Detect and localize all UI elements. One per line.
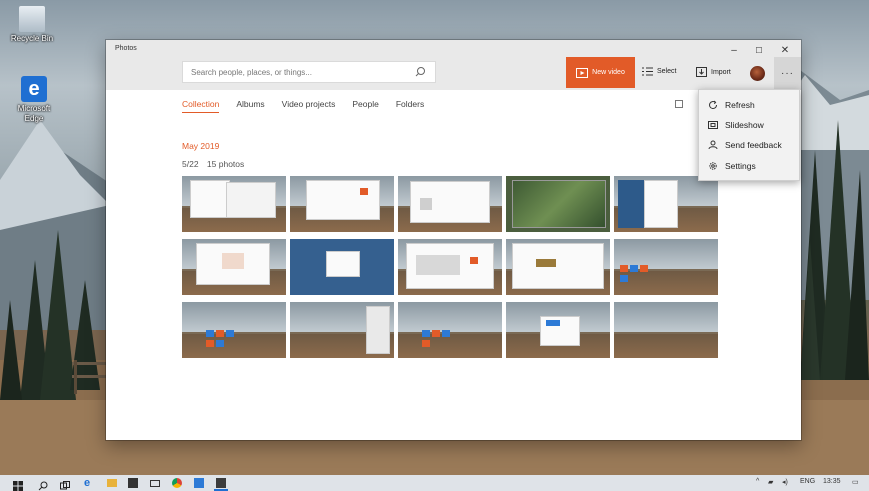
- select-list-icon: [642, 67, 653, 76]
- date-label: 5/22: [182, 159, 199, 169]
- desktop-icon-edge[interactable]: e Microsoft Edge: [8, 76, 60, 124]
- import-button[interactable]: Import: [696, 67, 731, 77]
- photo-thumbnail[interactable]: [290, 239, 394, 295]
- language-indicator[interactable]: ENG: [800, 478, 815, 485]
- tab-folders[interactable]: Folders: [396, 99, 424, 113]
- close-button[interactable]: ✕: [772, 44, 798, 58]
- new-video-button[interactable]: New video: [566, 57, 635, 88]
- menu-item-label: Send feedback: [725, 140, 782, 150]
- menu-item-label: Slideshow: [725, 120, 764, 130]
- edge-icon: e: [21, 76, 47, 102]
- photo-thumbnail[interactable]: [506, 239, 610, 295]
- select-label: Select: [657, 68, 677, 75]
- tab-albums[interactable]: Albums: [236, 99, 264, 113]
- maximize-button[interactable]: ☐: [746, 44, 772, 58]
- import-label: Import: [711, 68, 731, 76]
- menu-item-slideshow[interactable]: Slideshow: [699, 115, 801, 135]
- photo-thumbnail[interactable]: [614, 239, 718, 295]
- mail-icon[interactable]: [150, 480, 160, 487]
- slideshow-icon: [707, 119, 719, 131]
- photo-thumbnail[interactable]: [182, 302, 286, 358]
- store-icon[interactable]: [128, 478, 138, 488]
- desktop-icon-recycle-bin[interactable]: Recycle Bin: [6, 6, 58, 44]
- tab-collection[interactable]: Collection: [182, 99, 220, 113]
- photo-thumbnail[interactable]: [614, 302, 718, 358]
- photo-thumbnail[interactable]: [182, 176, 286, 232]
- clock[interactable]: 13:35: [823, 478, 841, 485]
- search-placeholder: Search people, places, or things...: [191, 68, 312, 77]
- more-options-menu: Refresh Slideshow Send feedback Settings: [698, 89, 800, 181]
- menu-item-label: Refresh: [725, 100, 755, 110]
- photo-thumbnail[interactable]: [398, 176, 502, 232]
- volume-icon[interactable]: ◂): [782, 478, 788, 486]
- month-heading: May 2019: [182, 141, 220, 151]
- notifications-icon[interactable]: ▭: [852, 478, 859, 486]
- avatar[interactable]: [750, 66, 765, 81]
- desktop-icon-label: Microsoft Edge: [17, 104, 51, 123]
- new-video-label: New video: [592, 69, 625, 76]
- tab-video-projects[interactable]: Video projects: [282, 99, 336, 113]
- photo-thumbnail[interactable]: [614, 176, 718, 232]
- more-options-button[interactable]: ···: [774, 57, 801, 90]
- photo-thumbnail[interactable]: [398, 302, 502, 358]
- menu-item-label: Settings: [725, 161, 756, 171]
- nav-tabs: Collection Albums Video projects People …: [182, 99, 424, 113]
- import-icon: [696, 67, 707, 77]
- photo-count: 15 photos: [206, 159, 245, 169]
- photo-thumbnail[interactable]: [182, 239, 286, 295]
- menu-item-refresh[interactable]: Refresh: [699, 95, 801, 115]
- view-toggle-icon[interactable]: [675, 100, 683, 108]
- app-title: Photos: [115, 45, 137, 52]
- recycle-bin-icon: [19, 6, 45, 32]
- video-icon: [576, 67, 589, 78]
- title-bar: Photos – ☐ ✕ Search people, places, or t…: [106, 40, 801, 90]
- minimize-button[interactable]: –: [721, 44, 747, 58]
- refresh-icon: [707, 99, 719, 111]
- edge-icon[interactable]: e: [84, 478, 94, 489]
- taskbar: e ^ ▰ ◂) ENG 13:35 ▭: [0, 475, 869, 491]
- explorer-icon[interactable]: [107, 479, 117, 487]
- search-icon[interactable]: [38, 478, 48, 491]
- tab-people[interactable]: People: [352, 99, 378, 113]
- chrome-icon[interactable]: [172, 478, 182, 488]
- photos-app-icon[interactable]: [216, 478, 226, 488]
- outlook-icon[interactable]: [194, 478, 204, 488]
- photo-thumbnail[interactable]: [506, 302, 610, 358]
- gear-icon: [707, 160, 719, 172]
- start-icon[interactable]: [13, 478, 23, 491]
- network-icon[interactable]: ▰: [768, 478, 773, 486]
- tray-chevron-icon[interactable]: ^: [756, 478, 759, 485]
- search-input[interactable]: Search people, places, or things...: [182, 61, 436, 83]
- menu-item-settings[interactable]: Settings: [699, 156, 801, 176]
- menu-item-send-feedback[interactable]: Send feedback: [699, 135, 801, 155]
- select-button[interactable]: Select: [642, 67, 676, 76]
- photo-thumbnail[interactable]: [398, 239, 502, 295]
- desktop-icon-label: Recycle Bin: [10, 34, 54, 43]
- date-row: 5/22 15 photos: [182, 159, 250, 169]
- photos-window: Photos – ☐ ✕ Search people, places, or t…: [106, 40, 801, 440]
- search-icon[interactable]: [413, 65, 427, 79]
- photo-thumbnail[interactable]: [290, 302, 394, 358]
- feedback-icon: [707, 139, 719, 151]
- photo-thumbnail[interactable]: [506, 176, 610, 232]
- task-view-icon[interactable]: [60, 478, 70, 490]
- photo-thumbnail[interactable]: [290, 176, 394, 232]
